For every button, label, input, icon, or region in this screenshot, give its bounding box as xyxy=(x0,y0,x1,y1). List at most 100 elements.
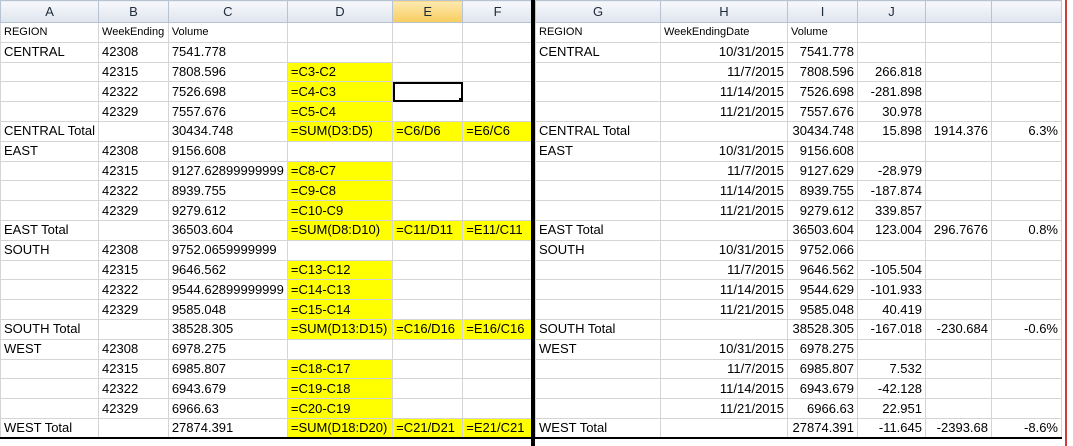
cell[interactable] xyxy=(0,259,100,281)
cell[interactable]: 42329 xyxy=(98,101,169,122)
column-header-blank[interactable] xyxy=(925,0,992,23)
cell[interactable]: 9585.048 xyxy=(167,299,288,320)
cell[interactable]: 42308 xyxy=(98,41,169,63)
cell[interactable]: 11/14/2015 xyxy=(660,378,788,400)
cell[interactable]: =C4-C3 xyxy=(286,81,394,103)
cell[interactable]: -0.6% xyxy=(991,318,1062,340)
cell[interactable] xyxy=(925,140,992,162)
cell[interactable] xyxy=(991,61,1062,83)
cell[interactable]: 6.3% xyxy=(991,120,1062,142)
cell[interactable]: EAST Total xyxy=(535,219,661,241)
cell[interactable] xyxy=(392,180,464,202)
cell[interactable]: 42329 xyxy=(98,200,169,221)
cell[interactable]: 38528.305 xyxy=(167,318,288,340)
cell[interactable]: =C18-C17 xyxy=(286,358,394,380)
cell[interactable]: =E21/C21 xyxy=(462,417,533,440)
cell[interactable]: 27874.391 xyxy=(787,417,858,440)
cell[interactable] xyxy=(991,358,1062,380)
cell[interactable] xyxy=(925,299,992,320)
cell[interactable] xyxy=(991,101,1062,122)
cell[interactable] xyxy=(925,41,992,63)
cell[interactable]: 11/7/2015 xyxy=(660,61,788,83)
cell[interactable] xyxy=(392,259,464,281)
cell[interactable]: WeekEnding xyxy=(98,22,169,43)
cell[interactable] xyxy=(462,378,533,400)
cell[interactable] xyxy=(925,239,992,261)
cell[interactable]: SOUTH Total xyxy=(0,318,100,340)
cell[interactable] xyxy=(535,279,661,301)
column-header-a[interactable]: A xyxy=(0,0,100,23)
cell[interactable]: 42329 xyxy=(98,398,169,419)
cell[interactable]: 42315 xyxy=(98,160,169,182)
cell[interactable]: -28.979 xyxy=(857,160,926,182)
cell[interactable] xyxy=(392,61,464,83)
column-header-i[interactable]: I xyxy=(787,0,858,23)
cell[interactable] xyxy=(286,140,394,162)
cell[interactable] xyxy=(925,22,992,43)
cell[interactable] xyxy=(98,318,169,340)
cell[interactable] xyxy=(462,398,533,419)
cell[interactable] xyxy=(392,200,464,221)
cell[interactable]: =C21/D21 xyxy=(392,417,464,440)
cell[interactable]: 9156.608 xyxy=(167,140,288,162)
cell[interactable]: -2393.68 xyxy=(925,417,992,440)
cell[interactable]: WeekEndingDate xyxy=(660,22,788,43)
cell[interactable]: =C3-C2 xyxy=(286,61,394,83)
cell[interactable] xyxy=(535,299,661,320)
cell[interactable]: SOUTH xyxy=(535,239,661,261)
cell[interactable] xyxy=(392,378,464,400)
cell[interactable]: 11/21/2015 xyxy=(660,200,788,221)
cell[interactable]: -42.128 xyxy=(857,378,926,400)
cell[interactable] xyxy=(991,81,1062,103)
cell[interactable] xyxy=(286,41,394,63)
cell[interactable]: 11/7/2015 xyxy=(660,358,788,380)
cell[interactable] xyxy=(991,160,1062,182)
cell[interactable]: 10/31/2015 xyxy=(660,338,788,360)
cell[interactable]: 11/7/2015 xyxy=(660,259,788,281)
cell[interactable]: 27874.391 xyxy=(167,417,288,440)
cell[interactable] xyxy=(857,140,926,162)
cell[interactable]: EAST Total xyxy=(0,219,100,241)
cell[interactable] xyxy=(0,180,100,202)
cell[interactable]: 9752.0659999999 xyxy=(167,239,288,261)
cell[interactable]: =C15-C14 xyxy=(286,299,394,320)
cell[interactable]: =C8-C7 xyxy=(286,160,394,182)
cell[interactable]: 11/21/2015 xyxy=(660,101,788,122)
cell[interactable] xyxy=(98,219,169,241)
cell[interactable] xyxy=(535,180,661,202)
cell[interactable]: 30.978 xyxy=(857,101,926,122)
cell[interactable]: 9279.612 xyxy=(787,200,858,221)
cell[interactable]: =C10-C9 xyxy=(286,200,394,221)
cell[interactable] xyxy=(991,41,1062,63)
cell[interactable] xyxy=(857,22,926,43)
cell[interactable]: 9279.612 xyxy=(167,200,288,221)
cell[interactable] xyxy=(98,417,169,440)
cell[interactable] xyxy=(462,160,533,182)
cell[interactable] xyxy=(535,378,661,400)
cell[interactable] xyxy=(535,61,661,83)
column-header-g[interactable]: G xyxy=(535,0,661,23)
cell[interactable]: 7526.698 xyxy=(167,81,288,103)
cell[interactable] xyxy=(0,279,100,301)
cell[interactable]: -8.6% xyxy=(991,417,1062,440)
cell[interactable]: 7526.698 xyxy=(787,81,858,103)
cell[interactable] xyxy=(392,239,464,261)
cell[interactable] xyxy=(535,398,661,419)
cell[interactable] xyxy=(98,120,169,142)
cell[interactable] xyxy=(392,398,464,419)
cell[interactable]: 339.857 xyxy=(857,200,926,221)
cell[interactable]: -167.018 xyxy=(857,318,926,340)
cell[interactable]: 11/14/2015 xyxy=(660,81,788,103)
cell[interactable]: 22.951 xyxy=(857,398,926,419)
column-header-d[interactable]: D xyxy=(286,0,394,23)
cell[interactable]: 10/31/2015 xyxy=(660,41,788,63)
cell[interactable] xyxy=(925,180,992,202)
cell[interactable]: 9752.066 xyxy=(787,239,858,261)
cell[interactable]: =E16/C16 xyxy=(462,318,533,340)
cell[interactable]: CENTRAL xyxy=(0,41,100,63)
cell[interactable]: 7.532 xyxy=(857,358,926,380)
cell[interactable] xyxy=(0,160,100,182)
cell[interactable] xyxy=(462,200,533,221)
cell[interactable]: 42315 xyxy=(98,61,169,83)
cell[interactable] xyxy=(286,22,394,43)
